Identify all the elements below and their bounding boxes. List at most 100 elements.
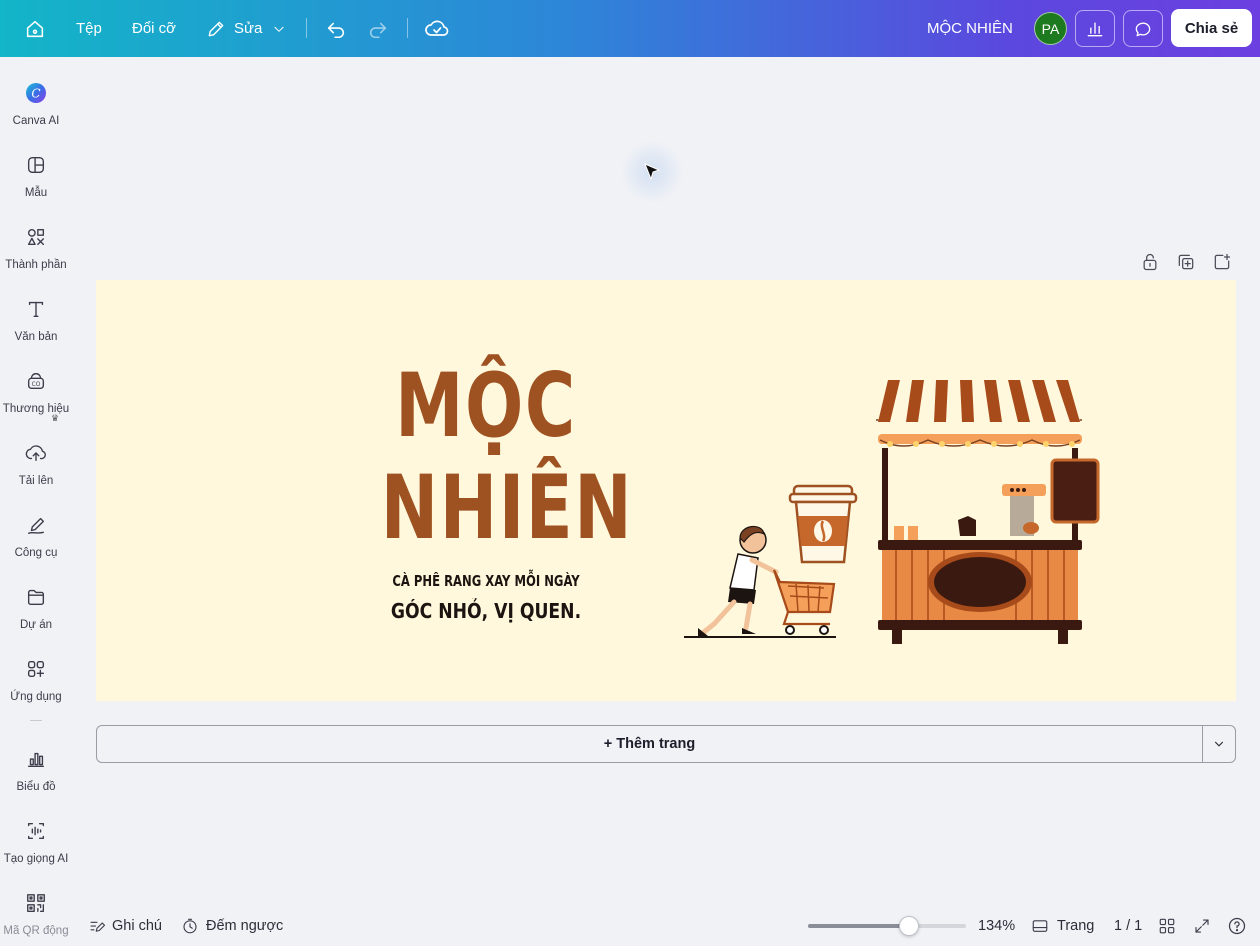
sidebar-item-label: Biểu đồ xyxy=(16,781,56,793)
pencil-icon xyxy=(208,21,224,36)
insights-chart-icon xyxy=(1087,22,1103,36)
brand-title-line2: NHIÊN xyxy=(380,456,634,559)
sidebar-item-apps[interactable]: Ứng dụng xyxy=(0,655,72,721)
design-page[interactable]: MỘC NHIÊN CÀ PHÊ RANG XAY MỖI NGÀY GÓC N… xyxy=(96,280,1236,701)
timer-label: Đếm ngược xyxy=(206,917,284,934)
project-title[interactable]: MỘC NHIÊN xyxy=(927,0,1013,57)
redo-icon xyxy=(369,22,387,38)
lock-page-button[interactable] xyxy=(1140,252,1160,272)
bar-chart-icon xyxy=(27,752,45,768)
pages-icon xyxy=(1032,919,1048,932)
undo-button[interactable] xyxy=(325,0,347,57)
sidebar-item-charts[interactable]: Biểu đồ xyxy=(0,745,72,811)
undo-icon xyxy=(327,22,345,38)
sidebar-item-label: Thương hiệu xyxy=(2,403,70,415)
help-button[interactable] xyxy=(1227,905,1247,946)
sidebar-item-label: Dự án xyxy=(20,619,52,631)
comment-icon xyxy=(1135,22,1151,36)
redo-button[interactable] xyxy=(367,0,389,57)
home-button[interactable] xyxy=(24,0,46,57)
canva-ai-icon: C xyxy=(24,79,48,107)
sidebar-item-elements[interactable]: Thành phần xyxy=(0,223,72,289)
add-page-options-button[interactable] xyxy=(1202,725,1236,763)
notes-button[interactable]: Ghi chú xyxy=(88,905,162,946)
mouse-cursor-icon xyxy=(644,163,661,181)
fullscreen-button[interactable] xyxy=(1193,905,1211,946)
resize-menu[interactable]: Đổi cỡ xyxy=(132,0,176,57)
top-toolbar: Tệp Đổi cỡ Sửa MỘC NHIÊN PA Chia sẻ xyxy=(0,0,1260,57)
toolbar-divider xyxy=(306,18,307,38)
zoom-slider-thumb[interactable] xyxy=(899,916,920,936)
folder-icon xyxy=(27,589,45,606)
sidebar-item-brand[interactable]: CO Thương hiệu xyxy=(0,367,72,433)
sidebar-item-text[interactable]: Văn bản xyxy=(0,295,72,361)
sidebar-item-label: Công cụ xyxy=(14,547,58,559)
chevron-down-icon xyxy=(274,26,284,32)
zoom-slider[interactable] xyxy=(808,916,966,936)
svg-text:CO: CO xyxy=(32,381,41,388)
boy-with-cart-illustration[interactable] xyxy=(684,520,839,640)
duplicate-icon xyxy=(1178,254,1194,270)
home-icon xyxy=(26,20,44,37)
elements-icon xyxy=(27,228,45,246)
tagline-secondary[interactable]: GÓC NHỎ, VỊ QUEN. xyxy=(370,599,602,623)
template-icon xyxy=(27,156,45,174)
left-sidebar: C Canva AI Mẫu Thành phần Văn bản ♛ CO T… xyxy=(0,57,72,946)
lock-icon xyxy=(1143,253,1157,271)
apps-icon xyxy=(27,660,45,678)
coffee-stall-illustration[interactable] xyxy=(876,376,1104,648)
notes-label: Ghi chú xyxy=(112,917,162,934)
sidebar-item-label: Thành phần xyxy=(5,259,67,271)
brand-title[interactable]: MỘC NHIÊN xyxy=(351,354,634,559)
add-page-icon-button[interactable] xyxy=(1212,252,1232,272)
zoom-level[interactable]: 134% xyxy=(978,905,1015,946)
sidebar-item-ai-voice[interactable]: Tạo giọng AI xyxy=(0,817,72,883)
pages-label: Trang xyxy=(1057,917,1095,934)
grid-view-icon xyxy=(1159,918,1175,933)
sidebar-item-label: Mẫu xyxy=(24,187,48,199)
chevron-down-icon xyxy=(1214,741,1224,747)
brand-icon: CO xyxy=(27,372,45,390)
pages-button[interactable]: Trang xyxy=(1031,905,1094,946)
tagline-primary[interactable]: CÀ PHÊ RANG XAY MỖI NGÀY xyxy=(370,572,602,590)
brand-title-line1: MỘC xyxy=(395,354,577,457)
fullscreen-icon xyxy=(1195,918,1209,933)
help-icon xyxy=(1228,917,1246,934)
edit-menu[interactable]: Sửa xyxy=(206,0,286,57)
add-page-icon xyxy=(1214,253,1231,270)
upload-icon xyxy=(25,445,46,462)
file-menu[interactable]: Tệp xyxy=(76,0,102,57)
sidebar-item-tools[interactable]: Công cụ xyxy=(0,511,72,577)
timer-button[interactable]: Đếm ngược xyxy=(181,905,283,946)
svg-text:C: C xyxy=(31,87,40,101)
notes-icon xyxy=(90,921,106,932)
edit-label: Sửa xyxy=(234,20,263,37)
cloud-check-icon xyxy=(425,20,449,36)
avatar[interactable]: PA xyxy=(1034,12,1067,45)
page-count: 1 / 1 xyxy=(1114,917,1143,934)
save-status-button[interactable] xyxy=(425,0,449,57)
bottom-toolbar: Ghi chú Đếm ngược 134% Trang 1 / 1 xyxy=(0,905,1260,946)
sidebar-item-label: Tải lên xyxy=(18,475,54,487)
text-icon xyxy=(28,301,44,318)
zoom-slider-fill xyxy=(808,924,910,928)
timer-icon xyxy=(183,918,197,933)
duplicate-page-button[interactable] xyxy=(1176,252,1196,272)
sidebar-item-label: Văn bản xyxy=(14,331,58,343)
sidebar-item-label: Ứng dụng xyxy=(10,691,62,703)
grid-view-button[interactable] xyxy=(1158,905,1176,946)
sidebar-item-canva-ai[interactable]: C Canva AI xyxy=(0,79,72,145)
insights-button[interactable] xyxy=(1075,10,1115,47)
sidebar-item-label: Canva AI xyxy=(12,115,60,127)
sidebar-item-uploads[interactable]: Tải lên xyxy=(0,439,72,505)
ai-voice-icon xyxy=(27,822,45,840)
toolbar-divider xyxy=(407,18,408,38)
sidebar-divider xyxy=(30,720,42,721)
sidebar-item-templates[interactable]: Mẫu xyxy=(0,151,72,217)
sidebar-item-projects[interactable]: Dự án xyxy=(0,583,72,649)
share-button[interactable]: Chia sẻ xyxy=(1171,9,1252,47)
add-page-button[interactable]: + Thêm trang xyxy=(96,725,1203,763)
comments-button[interactable] xyxy=(1123,10,1163,47)
sidebar-item-label: Tạo giọng AI xyxy=(3,853,69,865)
draw-tool-icon xyxy=(27,517,45,534)
